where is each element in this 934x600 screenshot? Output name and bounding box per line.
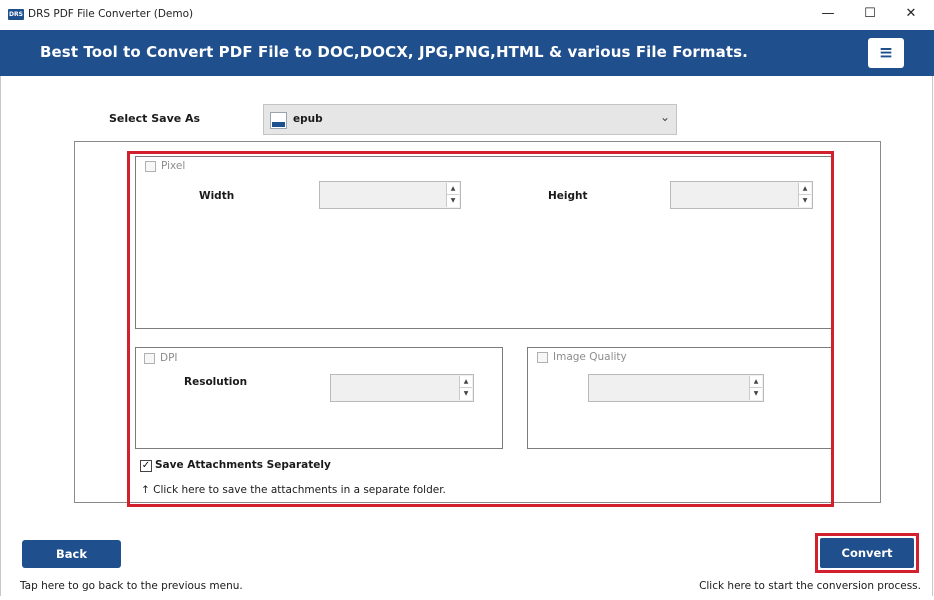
back-button[interactable]: Back — [22, 540, 121, 568]
options-highlight-frame — [127, 151, 834, 507]
window-title: DRS PDF File Converter (Demo) — [28, 8, 194, 20]
maximize-button[interactable]: ☐ — [850, 0, 890, 28]
save-as-value: epub — [293, 113, 323, 125]
save-as-dropdown[interactable]: epub ⌄ — [263, 104, 677, 135]
menu-button[interactable]: ≡ — [868, 38, 904, 68]
hamburger-icon: ≡ — [878, 43, 894, 63]
save-as-label: Select Save As — [109, 112, 201, 125]
convert-hint: Click here to start the conversion proce… — [699, 580, 921, 592]
minimize-button[interactable]: — — [808, 0, 848, 28]
left-border — [0, 76, 1, 596]
chevron-down-icon: ⌄ — [660, 110, 671, 124]
banner-title: Best Tool to Convert PDF File to DOC,DOC… — [40, 43, 748, 61]
back-hint: Tap here to go back to the previous menu… — [20, 580, 243, 592]
convert-button[interactable]: Convert — [820, 538, 914, 568]
right-border — [932, 76, 933, 596]
header-banner: Best Tool to Convert PDF File to DOC,DOC… — [0, 30, 934, 76]
close-button[interactable]: ✕ — [891, 0, 931, 28]
app-logo-icon: DRS — [8, 9, 24, 20]
file-format-icon — [270, 112, 287, 129]
